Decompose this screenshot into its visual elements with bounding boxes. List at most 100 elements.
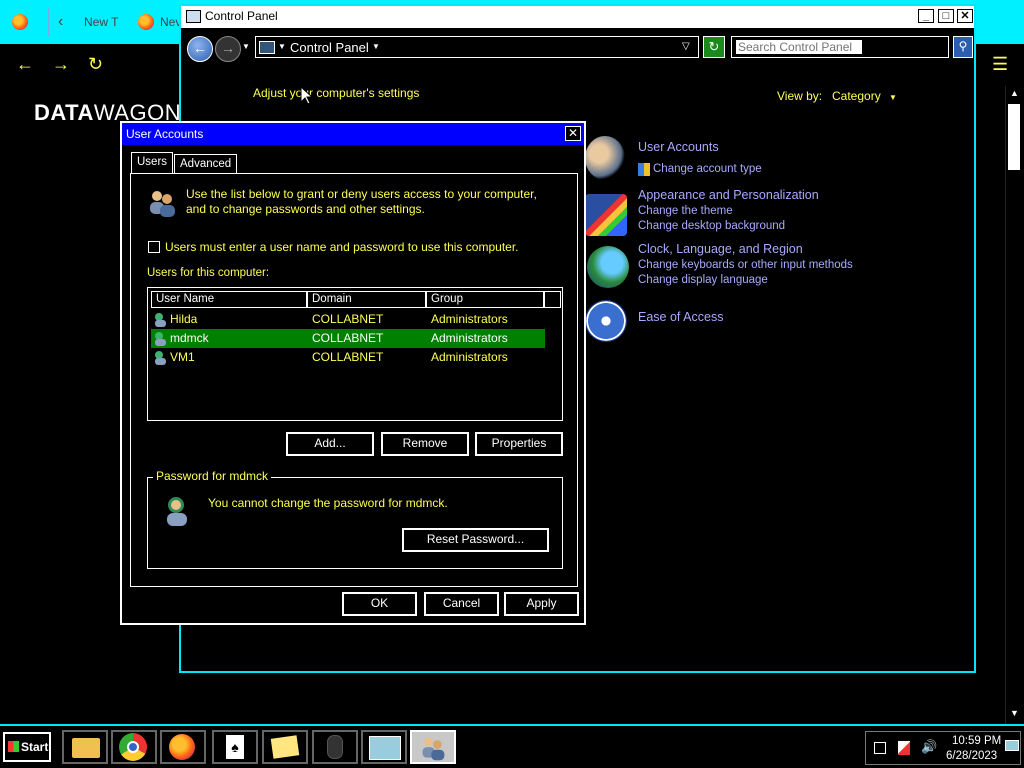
page-title: Adjust your computer's settings — [253, 86, 420, 100]
link-change-display-language[interactable]: Change display language — [638, 274, 768, 286]
users-list-label: Users for this computer: — [147, 267, 270, 279]
refresh-button[interactable]: ↻ — [703, 36, 725, 58]
taskbar-chrome[interactable] — [111, 730, 157, 764]
breadcrumb-chevron-icon[interactable]: ▼ — [278, 42, 286, 51]
ok-button[interactable]: OK — [342, 592, 417, 616]
require-password-label[interactable]: Users must enter a user name and passwor… — [165, 240, 519, 254]
dialog-close-button[interactable]: ✕ — [565, 126, 581, 141]
users-icon — [150, 191, 175, 217]
column-header-group[interactable]: Group — [426, 291, 544, 308]
tab-users-label: Users — [137, 156, 168, 168]
cancel-button[interactable]: Cancel — [424, 592, 499, 616]
taskbar-explorer[interactable] — [62, 730, 108, 764]
domain-cell: COLLABNET — [312, 312, 384, 326]
network-icon[interactable] — [874, 742, 886, 754]
chevron-down-icon: ▼ — [889, 93, 897, 102]
history-dropdown-icon[interactable]: ▼ — [242, 42, 250, 51]
column-header-domain[interactable]: Domain — [307, 291, 426, 308]
tab-divider — [48, 8, 49, 36]
clock-date[interactable]: 6/28/2023 — [946, 750, 997, 762]
forward-button[interactable]: → — [215, 36, 241, 62]
search-input[interactable] — [736, 40, 862, 54]
address-field[interactable]: ▼ Control Panel ▼ ▽ — [255, 36, 699, 58]
link-change-keyboards[interactable]: Change keyboards or other input methods — [638, 259, 853, 271]
table-row-selected[interactable]: mdmck COLLABNET Administrators — [151, 329, 545, 348]
user-accounts-dialog: User Accounts ✕ Users Advanced Use the l… — [120, 121, 586, 625]
menu-icon[interactable]: ☰ — [992, 54, 1008, 74]
view-by-dropdown[interactable]: Category ▼ — [832, 89, 897, 103]
link-change-desktop-background[interactable]: Change desktop background — [638, 220, 785, 232]
playing-card-icon: ♠ — [226, 735, 244, 759]
link-change-account-type[interactable]: Change account type — [653, 163, 762, 175]
browser-tab-1[interactable]: New T — [84, 0, 118, 44]
ease-of-access-icon[interactable] — [585, 300, 627, 342]
start-button[interactable]: Start — [3, 732, 51, 762]
search-icon[interactable]: ⚲ — [953, 36, 973, 58]
category-user-accounts[interactable]: User Accounts — [638, 140, 719, 154]
appearance-icon[interactable] — [585, 194, 627, 236]
firefox-icon — [12, 14, 28, 30]
browser-scrollbar[interactable]: ▲ ▼ — [1005, 86, 1024, 724]
reload-icon[interactable]: ↻ — [88, 54, 103, 74]
search-box[interactable] — [731, 36, 949, 58]
back-button[interactable]: ← — [187, 36, 213, 62]
back-arrow-icon[interactable]: ← — [16, 54, 34, 74]
password-info-text: You cannot change the password for mdmck… — [208, 496, 448, 510]
password-group-label: Password for mdmck — [153, 469, 272, 483]
taskbar-user-accounts[interactable] — [410, 730, 456, 764]
windows-logo-icon — [8, 741, 19, 752]
address-dropdown-icon[interactable]: ▽ — [682, 41, 690, 52]
scroll-down-icon[interactable]: ▼ — [1010, 708, 1019, 718]
category-appearance[interactable]: Appearance and Personalization — [638, 188, 819, 202]
tab-users[interactable]: Users — [131, 152, 174, 173]
browser-tab-2[interactable]: Nev — [138, 0, 181, 44]
taskbar: Start ♠ 🔊 10:59 PM 6/28/2023 — [0, 724, 1024, 768]
group-cell: Administrators — [431, 331, 508, 345]
tab-scroll-left-icon[interactable]: ‹ — [58, 0, 63, 44]
window-title: Control Panel — [205, 9, 278, 23]
show-desktop-icon[interactable] — [1005, 740, 1019, 751]
user-name-cell: mdmck — [170, 331, 209, 345]
group-cell: Administrators — [431, 312, 508, 326]
maximize-button[interactable]: □ — [938, 9, 954, 23]
taskbar-firefox[interactable] — [160, 730, 206, 764]
scrollbar-thumb[interactable] — [1008, 104, 1020, 170]
scroll-up-icon[interactable]: ▲ — [1010, 88, 1019, 98]
address-bar: ← → ▼ ▼ Control Panel ▼ ▽ ↻ ⚲ — [183, 30, 973, 64]
tab-advanced[interactable]: Advanced — [174, 154, 238, 173]
taskbar-mouse[interactable] — [312, 730, 358, 764]
remove-user-button[interactable]: Remove — [381, 432, 469, 456]
table-row[interactable]: Hilda COLLABNET Administrators — [151, 310, 545, 329]
reset-password-button[interactable]: Reset Password... — [402, 528, 549, 552]
system-tray: 🔊 10:59 PM 6/28/2023 — [865, 731, 1021, 765]
properties-button[interactable]: Properties — [475, 432, 563, 456]
category-ease-of-access[interactable]: Ease of Access — [638, 310, 723, 324]
breadcrumb[interactable]: Control Panel — [290, 40, 369, 55]
category-clock-language-region[interactable]: Clock, Language, and Region — [638, 242, 803, 256]
view-by-value: Category — [832, 89, 881, 103]
link-change-theme[interactable]: Change the theme — [638, 205, 733, 217]
clock-language-icon[interactable] — [587, 246, 629, 288]
breadcrumb-chevron-icon[interactable]: ▼ — [372, 42, 380, 51]
users-list[interactable]: User Name Domain Group Hilda COLLABNET A… — [147, 287, 563, 421]
user-accounts-icon[interactable] — [585, 136, 625, 180]
taskbar-notes[interactable] — [262, 730, 308, 764]
volume-icon[interactable]: 🔊 — [921, 739, 937, 755]
forward-arrow-icon[interactable]: → — [52, 54, 70, 74]
close-button[interactable]: ✕ — [957, 9, 973, 23]
require-password-checkbox[interactable] — [148, 241, 160, 253]
control-panel-titlebar[interactable]: Control Panel _ □ ✕ — [181, 6, 974, 28]
browser-tab-label: New T — [84, 15, 119, 29]
dialog-titlebar[interactable]: User Accounts ✕ — [122, 123, 584, 145]
apply-button[interactable]: Apply — [504, 592, 579, 616]
column-header-user-name[interactable]: User Name — [151, 291, 307, 308]
browser-tab-pinned[interactable] — [12, 0, 28, 44]
user-icon — [155, 351, 166, 365]
action-center-flag-icon[interactable] — [898, 741, 910, 755]
table-row[interactable]: VM1 COLLABNET Administrators — [151, 348, 545, 367]
clock-time[interactable]: 10:59 PM — [952, 735, 1001, 747]
taskbar-control-panel[interactable] — [361, 730, 407, 764]
add-user-button[interactable]: Add... — [286, 432, 374, 456]
taskbar-solitaire[interactable]: ♠ — [212, 730, 258, 764]
minimize-button[interactable]: _ — [918, 9, 934, 23]
